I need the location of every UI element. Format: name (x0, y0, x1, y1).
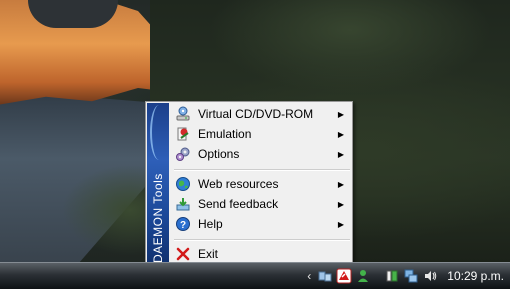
volume-icon[interactable] (422, 268, 438, 284)
menu-item-emulation[interactable]: Emulation ▶ (174, 124, 348, 144)
daemon-tools-context-menu: DAEMON Tools Virtual CD/DVD-ROM ▶ Emulat… (145, 101, 353, 269)
menu-item-virtual-cd-dvd-rom[interactable]: Virtual CD/DVD-ROM ▶ (174, 104, 348, 124)
daemon-tools-tray-icon[interactable] (336, 268, 352, 284)
wallpaper-dark-rock (28, 0, 118, 28)
battery-power-icon[interactable] (384, 268, 400, 284)
submenu-arrow-icon: ▶ (337, 109, 344, 119)
menu-separator (174, 239, 350, 241)
submenu-arrow-icon: ▶ (337, 179, 344, 189)
network-connection-icon[interactable] (403, 268, 419, 284)
menu-item-exit[interactable]: Exit (174, 244, 348, 264)
emulation-icon (174, 125, 192, 143)
menu-item-help[interactable]: ? Help ▶ (174, 214, 348, 234)
menu-item-options[interactable]: Options ▶ (174, 144, 348, 164)
submenu-arrow-icon: ▶ (337, 199, 344, 209)
taskbar: ‹ 10:29 p.m. (0, 262, 510, 289)
system-tray: ‹ 10:29 p.m. (303, 263, 510, 289)
help-icon: ? (174, 215, 192, 233)
send-feedback-icon (174, 195, 192, 213)
menu-item-label: Virtual CD/DVD-ROM (198, 107, 314, 121)
menu-item-web-resources[interactable]: Web resources ▶ (174, 174, 348, 194)
menu-item-send-feedback[interactable]: Send feedback ▶ (174, 194, 348, 214)
menu-item-label: Options (198, 147, 240, 161)
taskbar-clock[interactable]: 10:29 p.m. (447, 269, 504, 283)
menu-item-label: Send feedback (198, 197, 279, 211)
network-icon[interactable] (317, 268, 333, 284)
submenu-arrow-icon: ▶ (337, 219, 344, 229)
messenger-user-icon[interactable] (355, 268, 371, 284)
virtual-drive-icon (174, 105, 192, 123)
exit-x-icon (174, 245, 192, 263)
submenu-arrow-icon: ▶ (337, 129, 344, 139)
menu-item-label: Web resources (198, 177, 279, 191)
show-hidden-icons-chevron-icon[interactable]: ‹ (307, 269, 311, 283)
menu-item-label: Exit (198, 247, 219, 261)
submenu-arrow-icon: ▶ (337, 149, 344, 159)
options-gear-icon (174, 145, 192, 163)
banner-title: DAEMON Tools (151, 173, 165, 263)
svg-text:?: ? (180, 220, 186, 231)
menu-brand-banner: DAEMON Tools (147, 103, 169, 267)
menu-item-label: Help (198, 217, 223, 231)
globe-icon (174, 175, 192, 193)
menu-item-label: Emulation (198, 127, 252, 141)
menu-separator (174, 169, 350, 171)
